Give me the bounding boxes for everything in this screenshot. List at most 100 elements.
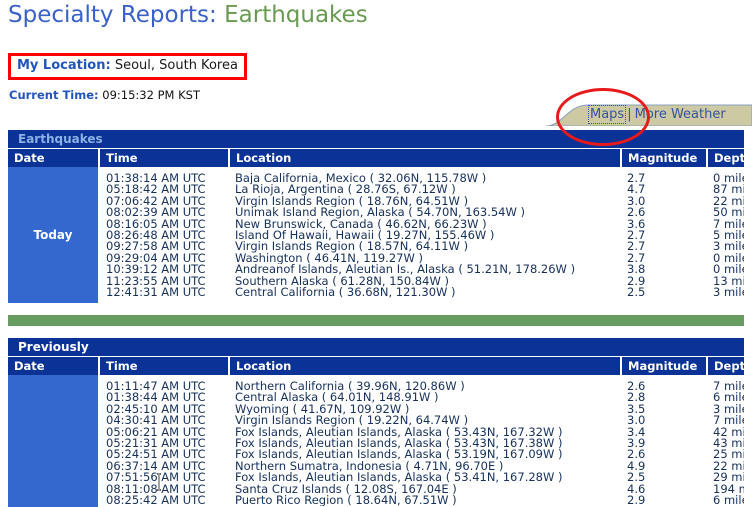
column-header-date: Date <box>8 148 100 167</box>
section-divider <box>8 315 744 326</box>
column-header-time: Time <box>99 148 230 167</box>
page-title-main: Specialty Reports: <box>8 2 217 28</box>
cell-depth: 50 miles <box>713 207 744 219</box>
cell-magnitude: 4.7 <box>627 184 646 196</box>
tab-links: Maps | More Weather <box>587 105 726 124</box>
cell-location: La Rioja, Argentina ( 28.76S, 67.12W ) <box>235 184 456 196</box>
cell-magnitude: 3.5 <box>627 403 646 416</box>
table-row: 01:11:47 AM UTC 01:38:44 AM UTC 02:45:10 A… <box>8 375 744 507</box>
cell-depth: 7 miles <box>713 381 744 393</box>
column-header-depth: Depth <box>707 356 744 375</box>
page-title-sub: Earthquakes <box>224 2 368 28</box>
cell-location: Virgin Islands Region ( 18.76N, 64.51W ) <box>235 195 469 208</box>
cell-depth: 3 miles <box>713 403 744 416</box>
cell-magnitude: 3.0 <box>627 195 646 208</box>
cell-time: 04:30:41 AM UTC <box>106 415 206 427</box>
cell-magnitude: 2.5 <box>627 286 646 299</box>
cell-time: 08:02:39 AM UTC <box>106 207 206 219</box>
cell-magnitude: 2.6 <box>627 207 646 219</box>
cell-location-column: Baja California, Mexico ( 32.06N, 115.78… <box>229 167 621 303</box>
section-heading: Earthquakes <box>8 130 744 148</box>
cell-depth: 3 miles <box>713 286 744 299</box>
cell-location: Baja California, Mexico ( 32.06N, 115.78… <box>235 173 487 185</box>
cell-depth: 6 miles <box>713 494 744 507</box>
cell-depth: 43 miles <box>713 437 744 450</box>
earthquake-section-previously: PreviouslyDateTimeLocationMagnitudeDepth… <box>8 338 744 507</box>
cell-location: Fox Islands, Aleutian Islands, Alaska ( … <box>235 437 563 450</box>
my-location-label: My Location: <box>17 58 111 73</box>
cell-magnitude: 3.0 <box>627 415 646 427</box>
cell-magnitude: 3.8 <box>627 264 646 276</box>
cell-time: 07:51:56 AM UTC <box>106 472 206 484</box>
cell-location: Wyoming ( 41.67N, 109.92W ) <box>235 403 410 416</box>
cell-depth: 0 miles <box>713 252 744 265</box>
current-time-label: Current Time: <box>9 88 99 102</box>
cell-location: Fox Islands, Aleutian Islands, Alaska ( … <box>235 449 563 461</box>
cell-time-column: 01:38:14 AM UTC 05:18:42 AM UTC 07:06:42 A… <box>99 167 229 303</box>
section-heading: Previously <box>8 338 744 356</box>
table-header-row: DateTimeLocationMagnitudeDepth <box>8 356 744 375</box>
cell-location: Southern Alaska ( 61.28N, 150.84W ) <box>235 275 449 287</box>
my-location-value: Seoul, South Korea <box>114 58 238 73</box>
table-row: Today 01:38:14 AM UTC 05:18:42 AM UTC 07:06… <box>8 167 744 304</box>
earthquake-table: DateTimeLocationMagnitudeDepthToday01:38… <box>8 148 744 304</box>
cell-time: 10:39:12 AM UTC <box>106 264 206 276</box>
cell-depth: 5 miles <box>713 229 744 242</box>
cell-time: 01:11:47 AM UTC <box>106 381 206 393</box>
day-label-cell <box>8 375 100 507</box>
cell-location: Fox Islands, Aleutian Islands, Alaska ( … <box>235 472 563 484</box>
cell-depth: 42 miles <box>713 426 744 438</box>
cell-time: 05:24:51 AM UTC <box>106 449 206 461</box>
cell-time: 08:26:48 AM UTC <box>106 229 206 242</box>
tab-separator: | <box>627 107 632 122</box>
cell-location: Virgin Islands Region ( 19.22N, 64.74W ) <box>235 415 469 427</box>
cell-magnitude: 4.6 <box>627 483 646 495</box>
my-location-box: My Location: Seoul, South Korea <box>8 53 247 80</box>
cell-time: 07:06:42 AM UTC <box>106 195 206 208</box>
cell-depth: 0 miles <box>713 173 744 185</box>
cell-time-column: 01:11:47 AM UTC 01:38:44 AM UTC 02:45:10 A… <box>99 375 229 507</box>
cell-depth: 25 miles <box>713 449 744 461</box>
tab-maps-link[interactable]: Maps <box>587 105 627 124</box>
cell-time: 05:21:31 AM UTC <box>106 437 206 450</box>
cell-time: 01:38:14 AM UTC <box>106 173 206 185</box>
cell-location: Island Of Hawaii, Hawaii ( 19.27N, 155.4… <box>235 229 495 242</box>
cell-magnitude: 2.7 <box>627 241 646 253</box>
cell-location: Northern Sumatra, Indonesia ( 4.71N, 96.… <box>235 460 504 473</box>
cell-depth: 29 miles <box>713 472 744 484</box>
cell-location: Central Alaska ( 64.01N, 148.91W ) <box>235 392 439 404</box>
column-header-date: Date <box>8 356 100 375</box>
column-header-location: Location <box>229 148 622 167</box>
cell-depth: 22 miles <box>713 460 744 473</box>
current-time: Current Time: 09:15:32 PM KST <box>9 88 200 102</box>
cell-magnitude: 3.6 <box>627 218 646 230</box>
cell-depth: 0 miles <box>713 264 744 276</box>
cell-time: 08:11:08 AM UTC <box>106 483 206 495</box>
cell-magnitude: 3.9 <box>627 437 646 450</box>
cell-magnitude: 4.9 <box>627 460 646 473</box>
cell-depth: 6 miles <box>713 392 744 404</box>
table-header-row: DateTimeLocationMagnitudeDepth <box>8 148 744 167</box>
tab-bar: Maps | More Weather <box>546 103 752 126</box>
cell-location: New Brunswick, Canada ( 46.62N, 66.23W ) <box>235 218 487 230</box>
column-header-time: Time <box>99 356 230 375</box>
cell-magnitude: 2.6 <box>627 449 646 461</box>
cell-time: 08:25:42 AM UTC <box>106 494 206 507</box>
column-header-magnitude: Magnitude <box>621 356 708 375</box>
cell-time: 08:16:05 AM UTC <box>106 218 206 230</box>
cell-magnitude: 2.8 <box>627 392 646 404</box>
cell-depth: 7 miles <box>713 415 744 427</box>
cell-time: 01:38:44 AM UTC <box>106 392 206 404</box>
cell-location: Fox Islands, Aleutian Islands, Alaska ( … <box>235 426 563 438</box>
column-header-depth: Depth <box>707 148 744 167</box>
green-divider-bar <box>8 315 744 326</box>
cell-depth-column: 0 miles87 miles22 miles50 miles7 miles5 … <box>707 167 744 303</box>
cell-depth: 194 miles <box>713 483 744 495</box>
cell-magnitude: 2.9 <box>627 494 646 507</box>
cell-time: 11:23:55 AM UTC <box>106 275 206 287</box>
cell-location: Unimak Island Region, Alaska ( 54.70N, 1… <box>235 207 526 219</box>
current-time-value: 09:15:32 PM KST <box>102 88 200 102</box>
tab-more-weather-link[interactable]: More Weather <box>635 107 726 122</box>
page-title: Specialty Reports: Earthquakes <box>8 2 368 28</box>
cell-location: Puerto Rico Region ( 18.64N, 67.51W ) <box>235 494 457 507</box>
